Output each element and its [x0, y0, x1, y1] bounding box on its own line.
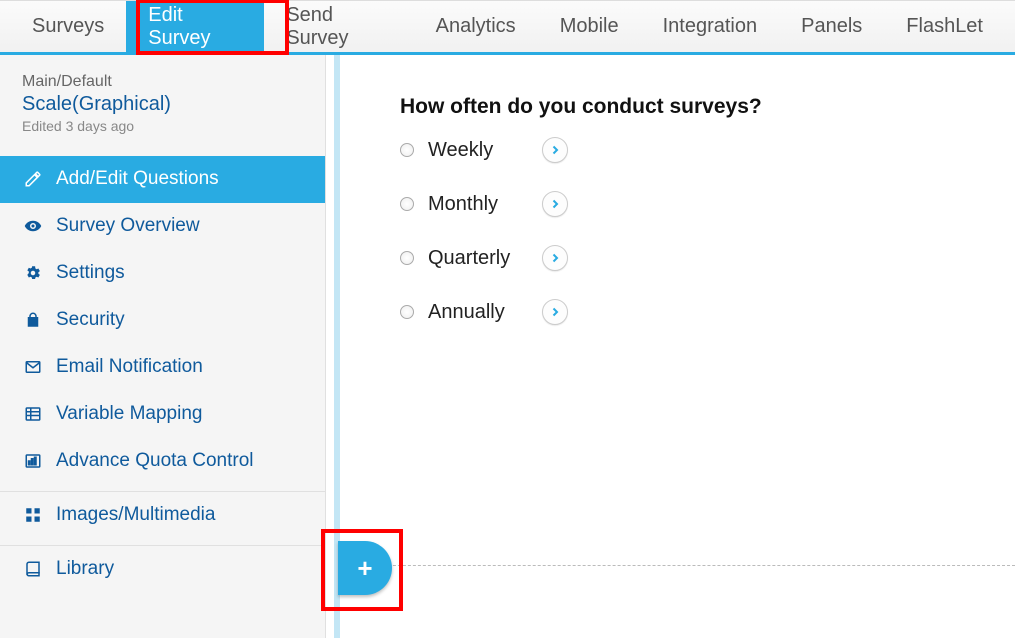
sidebar-item-label: Library	[56, 558, 114, 580]
add-question-button[interactable]: +	[338, 541, 392, 595]
content-area: How often do you conduct surveys? Weekly…	[326, 55, 1015, 638]
option-weekly[interactable]: Weekly	[400, 137, 1015, 163]
sidebar-item-label: Advance Quota Control	[56, 450, 254, 472]
tab-label: Integration	[663, 15, 758, 38]
main-body: Main/Default Scale(Graphical) Edited 3 d…	[0, 55, 1015, 638]
tab-label: Surveys	[32, 15, 104, 38]
tab-panels[interactable]: Panels	[779, 1, 884, 52]
tab-analytics[interactable]: Analytics	[414, 1, 538, 52]
tab-send-survey[interactable]: Send Survey	[264, 1, 413, 52]
option-annually[interactable]: Annually	[400, 299, 1015, 325]
gear-icon	[22, 264, 44, 282]
radio-icon[interactable]	[400, 305, 414, 319]
bar-chart-icon	[22, 452, 44, 470]
sidebar-item-label: Survey Overview	[56, 215, 200, 237]
insert-divider	[338, 565, 1015, 566]
edit-icon	[22, 170, 44, 188]
expand-button[interactable]	[542, 245, 568, 271]
question-text: How often do you conduct surveys?	[400, 95, 1015, 119]
top-tabs: Surveys Edit Survey Send Survey Analytic…	[0, 0, 1015, 55]
option-monthly[interactable]: Monthly	[400, 191, 1015, 217]
sidebar-item-email-notification[interactable]: Email Notification	[0, 344, 325, 391]
list-icon	[22, 405, 44, 423]
radio-icon[interactable]	[400, 143, 414, 157]
tab-label: Analytics	[436, 15, 516, 38]
tab-edit-survey[interactable]: Edit Survey	[126, 1, 264, 52]
radio-icon[interactable]	[400, 197, 414, 211]
sidebar-item-security[interactable]: Security	[0, 297, 325, 344]
sidebar-item-images-multimedia[interactable]: Images/Multimedia	[0, 492, 325, 539]
grid-icon	[22, 506, 44, 524]
sidebar: Main/Default Scale(Graphical) Edited 3 d…	[0, 55, 326, 638]
tab-label: Edit Survey	[148, 4, 242, 50]
lock-icon	[22, 311, 44, 329]
sidebar-item-label: Variable Mapping	[56, 403, 202, 425]
option-label: Quarterly	[428, 247, 528, 270]
radio-icon[interactable]	[400, 251, 414, 265]
tab-mobile[interactable]: Mobile	[538, 1, 641, 52]
expand-button[interactable]	[542, 137, 568, 163]
survey-title[interactable]: Scale(Graphical)	[22, 93, 303, 116]
expand-button[interactable]	[542, 299, 568, 325]
option-label: Monthly	[428, 193, 528, 216]
options-list: Weekly Monthly Quarterly	[400, 137, 1015, 325]
sidebar-item-label: Add/Edit Questions	[56, 168, 219, 190]
tab-label: Send Survey	[286, 4, 391, 50]
survey-edited: Edited 3 days ago	[22, 118, 303, 134]
sidebar-item-label: Security	[56, 309, 125, 331]
tab-label: Panels	[801, 15, 862, 38]
option-quarterly[interactable]: Quarterly	[400, 245, 1015, 271]
sidebar-item-label: Images/Multimedia	[56, 504, 215, 526]
sidebar-item-variable-mapping[interactable]: Variable Mapping	[0, 391, 325, 438]
option-label: Annually	[428, 301, 528, 324]
eye-icon	[22, 217, 44, 235]
book-icon	[22, 560, 44, 578]
tab-label: FlashLet	[906, 15, 983, 38]
sidebar-item-library[interactable]: Library	[0, 546, 325, 593]
expand-button[interactable]	[542, 191, 568, 217]
tab-label: Mobile	[560, 15, 619, 38]
option-label: Weekly	[428, 139, 528, 162]
mail-icon	[22, 358, 44, 376]
sidebar-item-label: Settings	[56, 262, 125, 284]
question-panel: How often do you conduct surveys? Weekly…	[334, 55, 1015, 638]
breadcrumb: Main/Default	[22, 73, 303, 91]
side-menu: Add/Edit Questions Survey Overview Setti…	[0, 156, 325, 593]
plus-icon: +	[357, 555, 372, 581]
sidebar-item-advance-quota[interactable]: Advance Quota Control	[0, 438, 325, 485]
sidebar-item-survey-overview[interactable]: Survey Overview	[0, 203, 325, 250]
sidebar-item-label: Email Notification	[56, 356, 203, 378]
survey-header: Main/Default Scale(Graphical) Edited 3 d…	[0, 55, 325, 146]
tab-flashlet[interactable]: FlashLet	[884, 1, 1005, 52]
sidebar-item-settings[interactable]: Settings	[0, 250, 325, 297]
tab-integration[interactable]: Integration	[641, 1, 780, 52]
sidebar-item-add-edit-questions[interactable]: Add/Edit Questions	[0, 156, 325, 203]
tab-surveys[interactable]: Surveys	[10, 1, 126, 52]
